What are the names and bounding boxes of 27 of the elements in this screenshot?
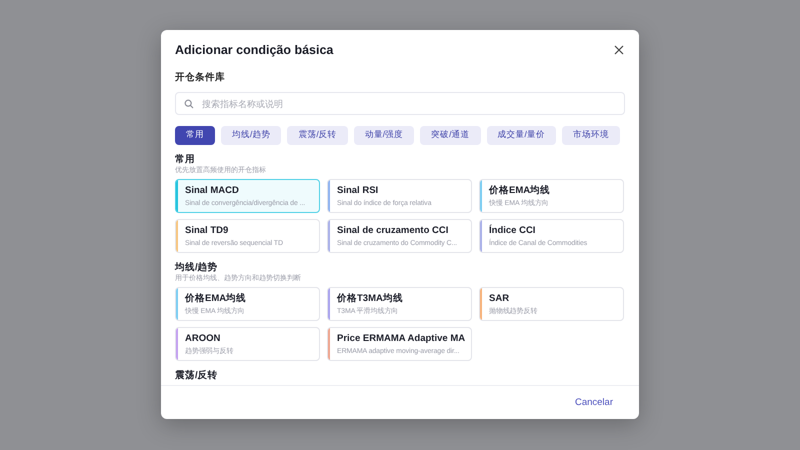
indicator-name: Sinal RSI <box>337 184 380 196</box>
section-heading: 震荡/反转 <box>175 370 219 382</box>
library-heading: 开仓条件库 <box>175 71 226 84</box>
indicator-name: Price ERMAMA Adaptive MA <box>337 332 465 344</box>
section-heading: 均线/趋势 <box>175 262 219 274</box>
dialog-title: Adicionar condição básica <box>175 43 334 57</box>
indicator-name: Sinal MACD <box>185 184 240 196</box>
indicator-name: SAR <box>489 292 510 304</box>
indicator-name: 价格T3MA均线 <box>337 292 404 304</box>
close-icon[interactable] <box>613 44 625 56</box>
filter-tab[interactable]: 成交量/量价 <box>486 126 556 144</box>
section-heading: 常用 <box>175 154 196 166</box>
cancel-button[interactable]: Cancelar <box>572 395 615 410</box>
indicator-name: Índice CCI <box>489 224 536 236</box>
filter-tab[interactable]: 市场环境 <box>562 126 620 144</box>
filter-tab[interactable]: 动量/强度 <box>354 126 414 144</box>
filter-tab[interactable]: 突破/通道 <box>420 126 480 144</box>
indicator-name: Sinal TD9 <box>185 224 230 236</box>
indicator-name: Sinal de cruzamento CCI <box>337 224 450 236</box>
indicator-name: 价格EMA均线 <box>489 184 552 196</box>
filter-tab[interactable]: 均线/趋势 <box>221 126 282 144</box>
search-icon <box>184 98 194 108</box>
filter-tab[interactable]: 震荡/反转 <box>287 126 348 144</box>
indicator-name: 价格EMA均线 <box>185 292 248 304</box>
indicator-name: AROON <box>185 332 222 344</box>
filter-tab[interactable]: 常用 <box>175 126 215 144</box>
search-field[interactable]: 搜索指标名称或说明 <box>175 92 625 115</box>
